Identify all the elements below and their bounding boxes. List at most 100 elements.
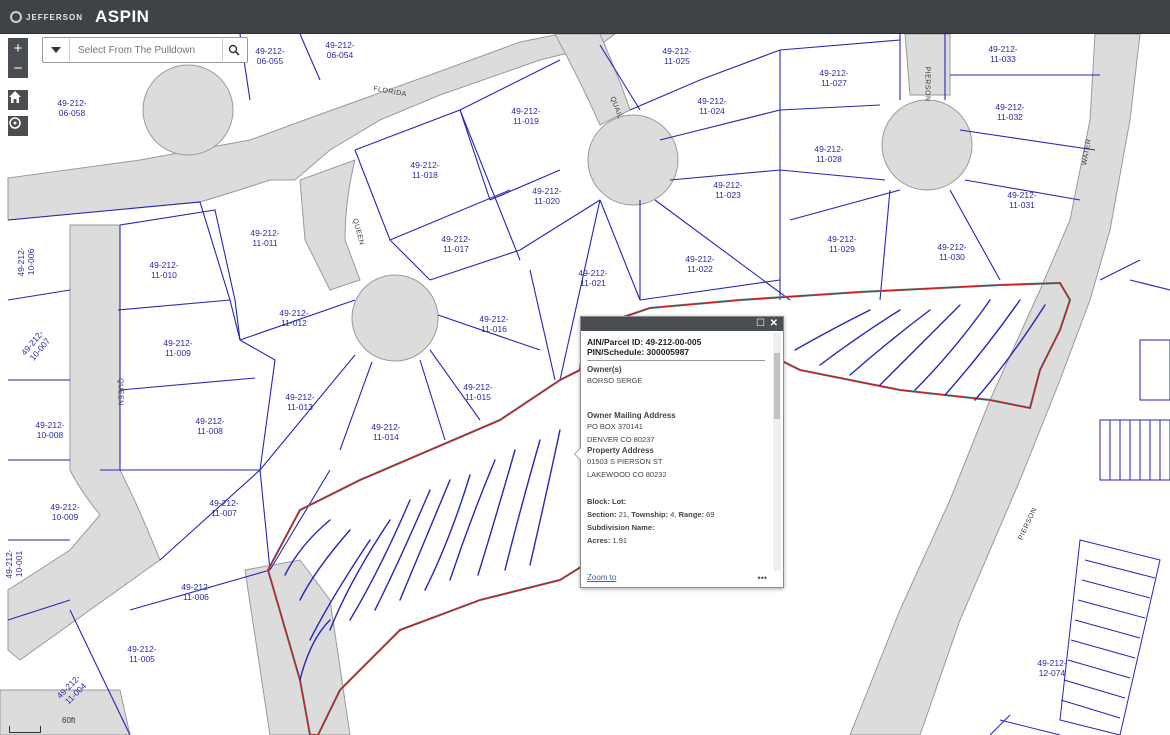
parcel-label: 49-212- 11-029 xyxy=(827,234,857,254)
parcel-label: 49-212- 11-018 xyxy=(410,160,440,180)
parcel-label: 49-212- 10-006 xyxy=(16,247,36,277)
parcel-label: 49-212- 10-009 xyxy=(50,502,80,522)
pin-label: PIN/Schedule: xyxy=(587,347,645,357)
parcel-label: 49-212- 12-074 xyxy=(1037,658,1067,678)
parcel-label: 49-212- 11-013 xyxy=(285,392,315,412)
caret-down-icon xyxy=(51,47,61,53)
cul-de-sac-4 xyxy=(351,274,439,362)
zoom-to-link[interactable]: Zoom to xyxy=(587,573,616,582)
search-input[interactable] xyxy=(70,39,222,61)
popup-header: ☐ ✕ xyxy=(581,317,783,331)
parcel-label: 49-212- 11-023 xyxy=(713,180,743,200)
parcel-info-popup: ☐ ✕ AIN/Parcel ID: 49-212-00-005 PIN/Sch… xyxy=(574,316,784,588)
section-label: Section: xyxy=(587,510,617,519)
parcel-label: 49-212- 11-020 xyxy=(532,186,562,206)
popup-pointer-inner xyxy=(575,448,581,460)
mailing-heading: Owner Mailing Address xyxy=(587,411,676,420)
parcel-label: 49-212- 11-005 xyxy=(127,644,157,664)
township-value: 4 xyxy=(670,510,675,519)
section-value: 21 xyxy=(618,510,628,519)
maximize-icon[interactable]: ☐ xyxy=(756,318,765,329)
popup-divider xyxy=(587,360,765,361)
ellipsis-icon[interactable]: ••• xyxy=(758,573,767,583)
parcel-label: 49-212- 11-010 xyxy=(149,260,179,280)
scale-label: 60ft xyxy=(62,716,76,725)
search-dropdown-button[interactable] xyxy=(43,39,70,61)
locate-icon xyxy=(9,117,21,129)
pin-line: PIN/Schedule: 300005987 xyxy=(587,347,765,357)
parcel-label: 49-212- 11-009 xyxy=(163,338,193,358)
parcel-label: 49-212- 11-011 xyxy=(250,228,280,248)
range-value: 69 xyxy=(706,510,715,519)
parcel-label: 49-212- 11-028 xyxy=(814,144,844,164)
block-label: Block: xyxy=(587,497,610,506)
acres-line: Acres: 1.91 xyxy=(587,534,765,547)
queen-road-north xyxy=(299,159,361,291)
parcel-label: 49-212- 11-024 xyxy=(697,96,727,116)
cul-de-sac-1 xyxy=(142,64,234,156)
parcel-label: 49-212- 06-055 xyxy=(255,46,285,66)
cul-de-sac-3 xyxy=(881,99,973,191)
parcel-label: 49-212- 11-031 xyxy=(1007,190,1037,210)
parcel-label: 49-212- 11-015 xyxy=(463,382,493,402)
parcel-label: 49-212- 11-007 xyxy=(209,498,239,518)
owner-name: BORSO SERGE xyxy=(587,376,643,385)
parcel-label: 49-212- 06-058 xyxy=(57,98,87,118)
mailing-line-1: PO BOX 370141 xyxy=(587,422,643,431)
app-title: ASPIN xyxy=(95,7,150,26)
township-label: Township: xyxy=(631,510,669,519)
parcel-label: 49-212- 11-008 xyxy=(195,416,225,436)
building-2 xyxy=(1139,339,1170,401)
home-button[interactable] xyxy=(8,90,28,110)
parcel-label: 49-212- 11-016 xyxy=(479,314,509,334)
parcel-label: 49-212- 11-019 xyxy=(511,106,541,126)
parcel-label: 49-212- 06-054 xyxy=(325,40,355,60)
parcel-label: 49-212- 11-014 xyxy=(371,422,401,442)
parcel-label: 49-212- 11-030 xyxy=(937,242,967,262)
home-icon xyxy=(9,91,21,103)
subdivision-label: Subdivision Name: xyxy=(587,523,655,532)
search-icon xyxy=(228,44,240,56)
parcel-label: 49-212- 11-021 xyxy=(578,268,608,288)
close-icon[interactable]: ✕ xyxy=(770,318,778,329)
property-heading: Property Address xyxy=(587,446,654,455)
seal-icon xyxy=(10,11,22,23)
zoom-in-button[interactable]: + xyxy=(8,38,28,58)
acres-label: Acres: xyxy=(587,536,611,545)
street-label: PIERSON xyxy=(923,66,931,102)
locate-button[interactable] xyxy=(8,116,28,136)
parcel-label: 49-212- 11-022 xyxy=(685,254,715,274)
ain-label: AIN/Parcel ID: xyxy=(587,337,644,347)
section-line: Section: 21, Township: 4, Range: 69 xyxy=(587,510,715,519)
property-line-1: 01503 S PIERSON ST xyxy=(587,457,663,466)
parcel-label: 49-212- 11-012 xyxy=(279,308,309,328)
range-label: Range: xyxy=(678,510,704,519)
parcel-label: 49-212- 11-017 xyxy=(441,234,471,254)
pin-value: 300005987 xyxy=(646,347,690,357)
scroll-thumb[interactable] xyxy=(774,353,780,419)
south-road xyxy=(244,559,351,735)
property-line-2: LAKEWOOD CO 80232 xyxy=(587,470,667,479)
parcel-search xyxy=(42,37,248,63)
popup-scrollbar[interactable] xyxy=(773,333,781,571)
parcel-label: 49-212- 11-027 xyxy=(819,68,849,88)
street-label: QUEEN xyxy=(116,378,124,406)
mailing-line-2: DENVER CO 80237 xyxy=(587,435,655,444)
parcel-label: 49-212- 10-008 xyxy=(35,420,65,440)
ain-line: AIN/Parcel ID: 49-212-00-005 xyxy=(587,337,765,347)
zoom-out-button[interactable]: − xyxy=(8,58,28,78)
queen-road-west xyxy=(7,224,161,661)
parcel-label: 49-212- 11-025 xyxy=(662,46,692,66)
popup-content: AIN/Parcel ID: 49-212-00-005 PIN/Schedul… xyxy=(587,337,765,573)
parcel-label: 49-212- 11-006 xyxy=(181,582,211,602)
block-lot-line: Block: Lot: xyxy=(587,495,765,508)
top-bar: JEFFERSON ASPIN xyxy=(0,0,1170,34)
lot-label: Lot: xyxy=(612,497,627,506)
parcel-label: 49-212- 10-001 xyxy=(4,549,24,579)
acres-value: 1.91 xyxy=(612,536,628,545)
jefferson-logo: JEFFERSON xyxy=(10,9,83,25)
search-button[interactable] xyxy=(222,39,245,61)
cul-de-sac-2 xyxy=(587,114,679,206)
logo-text: JEFFERSON xyxy=(26,12,84,22)
ain-value: 49-212-00-005 xyxy=(645,337,702,347)
